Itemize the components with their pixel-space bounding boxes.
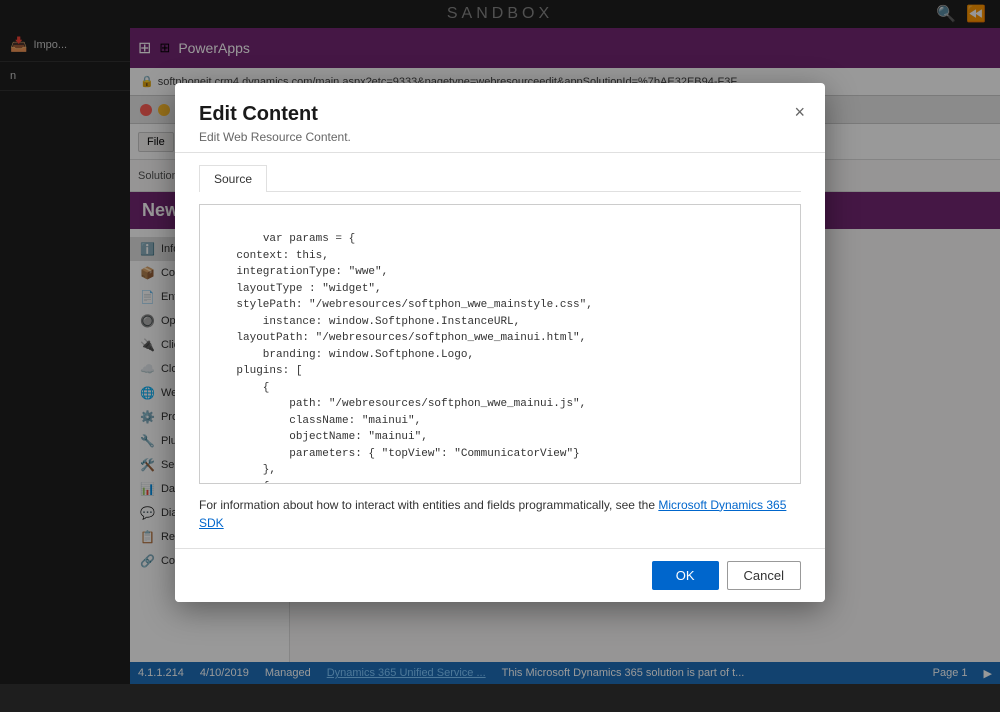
dialog-body: Source var params = { context: this, int… [175,153,825,548]
dialog-title: Edit Content [199,103,801,126]
cancel-button[interactable]: Cancel [727,561,801,590]
code-content: var params = { context: this, integratio… [210,233,801,484]
tab-source-label: Source [214,172,252,186]
code-editor[interactable]: var params = { context: this, integratio… [199,204,801,484]
modal-overlay: Edit Content Edit Web Resource Content. … [0,0,1000,684]
edit-content-dialog: Edit Content Edit Web Resource Content. … [175,83,825,602]
dialog-header: Edit Content Edit Web Resource Content. … [175,83,825,153]
dialog-close-button[interactable]: × [790,99,809,125]
tab-source[interactable]: Source [199,165,267,192]
info-text-content: For information about how to interact wi… [199,498,658,512]
ok-button[interactable]: OK [652,561,719,590]
dialog-footer: OK Cancel [175,548,825,602]
dialog-subtitle: Edit Web Resource Content. [199,130,801,144]
tab-bar: Source [199,165,801,192]
info-text: For information about how to interact wi… [199,496,801,532]
